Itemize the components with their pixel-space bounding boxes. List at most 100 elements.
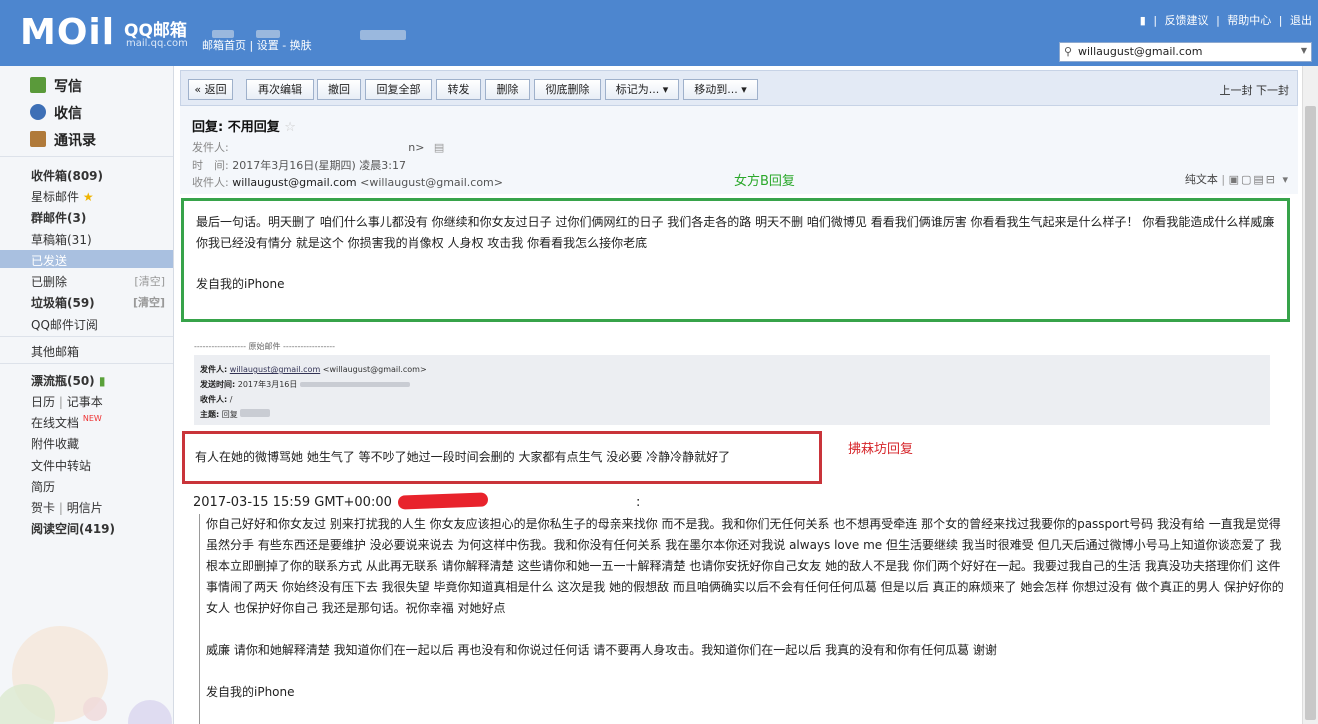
clear-spam-link[interactable]: [清空] (133, 294, 165, 310)
redacted-block (240, 409, 271, 417)
william-reply-highlight: 有人在她的微博骂她 她生气了 等不吵了她过一段时间会删的 大家都有点生气 没必要… (182, 431, 822, 484)
contacts-icon (30, 131, 46, 147)
divider (0, 156, 173, 157)
quote-colon: : (636, 495, 641, 510)
logo-domain: mail.qq.com (126, 38, 188, 49)
folder-inbox[interactable]: 收件箱(809) (31, 167, 171, 184)
orig-sent-line: 发送时间: 2017年3月16日 (200, 377, 1264, 392)
star-icon: ★ (82, 190, 94, 204)
recall-button[interactable]: 撤回 (317, 79, 361, 100)
quote-paragraph: 威廉 请你和她解释清楚 我知道你们在一起以后 再也没有和你说过任何话 请不要再人… (206, 643, 997, 657)
docs-link[interactable]: 在线文档 NEW (31, 414, 171, 431)
redacted-block (360, 30, 406, 40)
back-button[interactable]: « 返回 (188, 79, 233, 100)
folder-other[interactable]: 其他邮箱 (31, 343, 171, 360)
time-line: 时 间: 2017年3月16日(星期四) 凌晨3:17 (192, 159, 406, 172)
reply-body-highlight: 最后一句话。明天删了 咱们什么事儿都没有 你继续和你女友过日子 过你们俩网红的日… (181, 198, 1290, 322)
reply-signature: 发自我的iPhone (196, 277, 285, 291)
mail-header: 回复: 不用回复 ☆ 发件人: n> ▤ 时 间: 2017年3月16日(星期四… (180, 106, 1298, 194)
account-email: willaugust@gmail.com (1078, 45, 1203, 58)
calendar-notes-row: 日历 | 记事本 (31, 395, 103, 409)
folder-drift[interactable]: 漂流瓶(50) ▮ (31, 372, 171, 389)
scrollbar-thumb[interactable] (1305, 106, 1316, 720)
quoted-mail-body: 你自己好好和你女友过 别来打扰我的人生 你女友应该担心的是你私生子的母亲来找你 … (199, 514, 1291, 724)
perm-delete-button[interactable]: 彻底删除 (534, 79, 601, 100)
redacted-block (212, 30, 234, 38)
divider (0, 363, 173, 364)
mail-view: « 返回 再次编辑 撤回 回复全部 转发 删除 彻底删除 标记为... ▾ 移动… (180, 70, 1298, 724)
bottle-icon: ▮ (98, 374, 106, 388)
compose-icon (30, 77, 46, 93)
contacts-nav[interactable]: 通讯录 (30, 130, 96, 150)
contact-card-icon[interactable]: ▤ (434, 141, 444, 154)
feedback-link[interactable]: 反馈建议 (1165, 14, 1209, 27)
mail-toolbar: « 返回 再次编辑 撤回 回复全部 转发 删除 彻底删除 标记为... ▾ 移动… (180, 70, 1298, 106)
delete-button[interactable]: 删除 (485, 79, 530, 100)
star-icon[interactable]: ☆ (284, 120, 296, 135)
resume-link[interactable]: 简历 (31, 478, 171, 495)
recipient-name[interactable]: willaugust@gmail.com (232, 176, 356, 189)
folder-sent[interactable]: 已发送 (31, 252, 171, 269)
folder-starred[interactable]: 星标邮件 ★ (31, 188, 171, 205)
original-mail-separator: ------------------ 原始邮件 ----------------… (194, 342, 336, 351)
mark-as-dropdown[interactable]: 标记为... ▾ (605, 79, 679, 100)
cards-row: 贺卡 | 明信片 (31, 501, 103, 515)
qqmail-logo[interactable]: MOil (20, 12, 115, 53)
original-mail-header: 发件人: willaugust@gmail.com <willaugust@gm… (194, 355, 1270, 425)
move-to-dropdown[interactable]: 移动到... ▾ (683, 79, 758, 100)
attachments-link[interactable]: 附件收藏 (31, 435, 171, 452)
home-link[interactable]: 邮箱首页 (202, 39, 246, 52)
folder-subscribe[interactable]: QQ邮件订阅 (31, 316, 171, 333)
orig-from-line: 发件人: willaugust@gmail.com <willaugust@gm… (200, 365, 427, 374)
orig-subject-line: 主题: 回复 (200, 407, 1264, 422)
william-reply-text: 有人在她的微博骂她 她生气了 等不吵了她过一段时间会删的 大家都有点生气 没必要… (195, 450, 731, 464)
page-scrollbar[interactable] (1302, 66, 1318, 724)
phone-icon[interactable]: ▮ (1140, 14, 1146, 27)
cards-link[interactable]: 贺卡 (31, 501, 55, 515)
folder-group[interactable]: 群邮件(3) (31, 209, 171, 226)
search-icon: ⚲ (1064, 45, 1073, 58)
mail-subject: 回复: 不用回复 ☆ (192, 120, 296, 135)
sender-tail: n> (408, 141, 425, 154)
mail-time: 2017年3月16日(星期四) 凌晨3:17 (232, 159, 406, 172)
settings-link[interactable]: 设置 (257, 39, 279, 52)
calendar-link[interactable]: 日历 (31, 395, 55, 409)
quote-paragraph: 你自己好好和你女友过 别来打扰我的人生 你女友应该担心的是你私生子的母亲来找你 … (206, 517, 1284, 615)
divider (0, 336, 173, 337)
folder-drafts[interactable]: 草稿箱(31) (31, 231, 171, 248)
skin-link[interactable]: 换肤 (290, 39, 312, 52)
decorative-bubbles (0, 626, 172, 724)
top-links: 邮箱首页 | 设置 - 换肤 (202, 39, 312, 52)
top-header: MOil QQ邮箱 mail.qq.com 邮箱首页 | 设置 - 换肤 ▮ |… (0, 0, 1318, 66)
transfer-link[interactable]: 文件中转站 (31, 457, 171, 474)
plaintext-link: 纯文本 | ▣▢▤⊟ ▾ (1184, 173, 1290, 186)
redacted-block (256, 30, 280, 38)
recipient-line: 收件人: willaugust@gmail.com <willaugust@gm… (192, 176, 503, 189)
prev-next-nav: 上一封 下一封 (1220, 82, 1290, 98)
postcards-link[interactable]: 明信片 (67, 501, 103, 515)
reading-link[interactable]: 阅读空间(419) (31, 520, 171, 537)
user-links: ▮ | 反馈建议 | 帮助中心 | 退出 (1139, 14, 1312, 27)
sidebar: 写信 收信 通讯录 收件箱(809) 星标邮件 ★ 群邮件(3) 草稿箱(31)… (0, 66, 174, 724)
clear-deleted-link[interactable]: [清空] (134, 273, 165, 289)
view-options-icons[interactable]: ▣▢▤⊟ ▾ (1229, 173, 1290, 186)
inbox-nav[interactable]: 收信 (30, 103, 82, 123)
reply-all-button[interactable]: 回复全部 (365, 79, 432, 100)
orig-from-email[interactable]: willaugust@gmail.com (230, 365, 320, 374)
forward-button[interactable]: 转发 (436, 79, 481, 100)
account-switcher[interactable]: ⚲ willaugust@gmail.com ▼ (1059, 42, 1312, 62)
new-badge: NEW (82, 414, 102, 423)
quote-date-line: 2017-03-15 15:59 GMT+00:00 (193, 495, 392, 510)
orig-to-line: 收件人: / (200, 395, 233, 404)
folder-deleted[interactable]: 已删除 [清空] (31, 273, 171, 290)
compose-nav[interactable]: 写信 (30, 76, 82, 96)
prev-mail-link[interactable]: 上一封 (1220, 84, 1253, 97)
logout-link[interactable]: 退出 (1290, 14, 1312, 27)
notes-link[interactable]: 记事本 (67, 395, 103, 409)
reedit-button[interactable]: 再次编辑 (246, 79, 314, 100)
inbox-icon (30, 104, 46, 120)
next-mail-link[interactable]: 下一封 (1256, 84, 1289, 97)
help-link[interactable]: 帮助中心 (1227, 14, 1271, 27)
reply-text: 最后一句话。明天删了 咱们什么事儿都没有 你继续和你女友过日子 过你们俩网红的日… (196, 215, 1275, 250)
folder-spam[interactable]: 垃圾箱(59) [清空] (31, 294, 171, 311)
